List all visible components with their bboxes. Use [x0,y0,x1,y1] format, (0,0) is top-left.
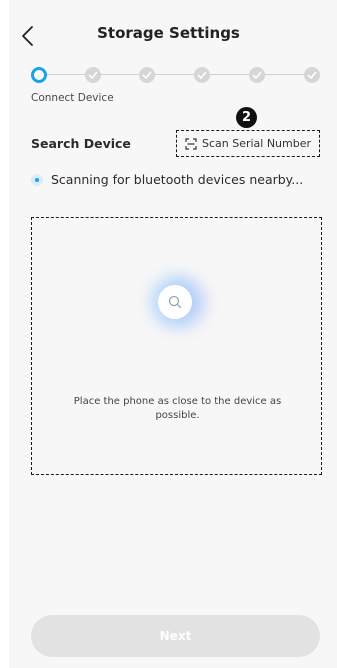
check-icon [142,71,152,79]
check-icon [197,71,207,79]
scan-button-label: Scan Serial Number [201,137,312,150]
stepper-line [39,74,313,75]
step-label: Connect Device [31,92,114,104]
step-6 [304,67,320,83]
radar-indicator [158,285,192,319]
check-icon [307,71,317,79]
step-1-active [31,67,47,83]
status-text: Scanning for bluetooth devices nearby... [51,172,304,187]
bluetooth-status-icon [31,173,43,186]
placement-hint: Place the phone as close to the device a… [73,396,282,421]
scan-area: Place the phone as close to the device a… [31,217,322,475]
next-button[interactable]: Next [31,615,320,657]
progress-stepper [31,67,321,83]
scan-serial-number-button[interactable]: Scan Serial Number [176,130,320,157]
check-icon [88,71,98,79]
search-icon [168,295,182,309]
scan-frame-icon [185,137,197,150]
step-4 [194,67,210,83]
section-title: Search Device [31,136,131,151]
check-icon [252,71,262,79]
step-3 [139,67,155,83]
step-5 [249,67,265,83]
step-badge: 2 [236,107,257,128]
step-2 [85,67,101,83]
page-title: Storage Settings [97,24,240,42]
scan-status: Scanning for bluetooth devices nearby... [31,172,303,187]
